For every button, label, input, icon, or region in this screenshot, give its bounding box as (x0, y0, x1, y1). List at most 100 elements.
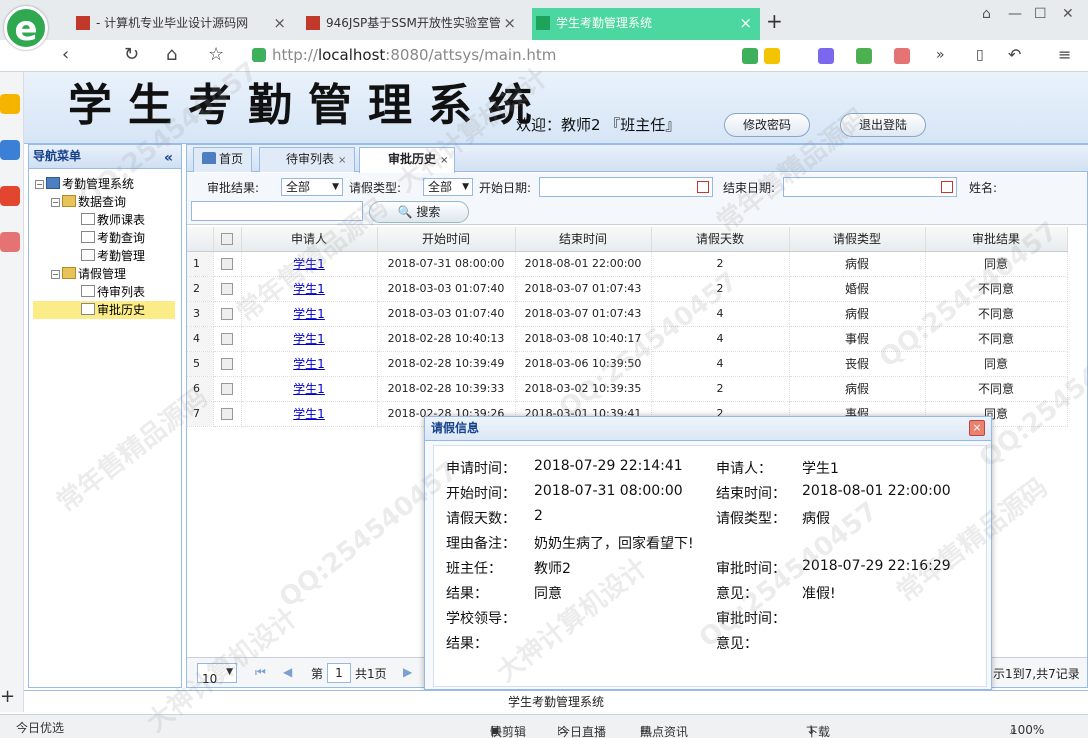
apps-icon[interactable] (818, 48, 834, 64)
tab-close-icon[interactable]: × (503, 8, 516, 38)
applicant-link[interactable]: 学生1 (241, 276, 378, 302)
browser-tab-3-active[interactable]: 学生考勤管理系统 × (532, 8, 760, 40)
row-checkbox[interactable] (213, 401, 242, 427)
table-row[interactable]: 5 学生1 2018-02-28 10:39:49 2018-03-06 10:39:… (187, 351, 1068, 377)
table-row[interactable]: 1 学生1 2018-07-31 08:00:00 2018-08-01 22:00:… (187, 251, 1068, 277)
collapse-icon[interactable]: « (164, 147, 173, 169)
next-page-icon[interactable]: ▶ (403, 665, 412, 679)
browser-tab-2[interactable]: 946JSP基于SSM开放性实验室管 × (302, 8, 524, 40)
logout-button[interactable]: 退出登陆 (840, 113, 927, 137)
tab-close-icon[interactable]: × (273, 8, 286, 38)
tree-root[interactable]: − 考勤管理系统 (35, 175, 134, 193)
row-checkbox[interactable] (213, 376, 242, 402)
tab-close-icon[interactable]: × (739, 8, 752, 38)
applicant-link[interactable]: 学生1 (241, 376, 378, 402)
applicant-link[interactable]: 学生1 (241, 401, 378, 427)
start-time-label: 开始时间： (446, 486, 516, 502)
collapse-toggle-icon[interactable]: − (51, 198, 60, 207)
search-button[interactable]: 🔍 搜索 (369, 201, 469, 223)
notes-icon[interactable] (0, 140, 20, 160)
refresh-ext-icon[interactable] (742, 48, 758, 64)
applicant-link[interactable]: 学生1 (241, 301, 378, 327)
flash-icon[interactable] (764, 48, 780, 64)
row-checkbox[interactable] (213, 251, 242, 277)
browser-tab-1[interactable]: - 计算机专业毕业设计源码网 × (72, 8, 294, 40)
more-extensions-icon[interactable]: » (936, 44, 945, 66)
change-password-button[interactable]: 修改密码 (724, 113, 811, 137)
tree-item-pending-list[interactable]: 待审列表 (81, 283, 145, 301)
new-tab-button[interactable]: + (766, 8, 783, 34)
mail-icon[interactable] (0, 232, 20, 252)
bookmark-star-icon[interactable]: ☆ (208, 44, 224, 66)
tab-pending[interactable]: 待审列表 × (259, 147, 355, 172)
name-input[interactable] (191, 201, 363, 221)
col-start-time[interactable]: 开始时间 (377, 227, 516, 252)
row-checkbox[interactable] (213, 301, 242, 327)
tab-history[interactable]: 审批历史 × (359, 147, 455, 173)
tree-item-approval-history[interactable]: 审批历史 (33, 301, 175, 319)
tree-item-attendance-manage[interactable]: 考勤管理 (81, 247, 145, 265)
type-select[interactable]: 全部 ▼ (423, 178, 473, 196)
add-icon[interactable]: + (0, 688, 20, 708)
table-row[interactable]: 4 学生1 2018-02-28 10:40:13 2018-03-08 10:40:… (187, 326, 1068, 352)
phone-icon[interactable]: ▯ (976, 44, 984, 66)
row-number: 2 (187, 276, 214, 302)
weibo-icon[interactable] (0, 186, 20, 206)
tree-group-data-query[interactable]: − 数据查询 (51, 193, 126, 211)
browser-side-rail: + (0, 72, 24, 712)
tab-close-icon[interactable]: × (440, 155, 448, 166)
col-result[interactable]: 审批结果 (925, 227, 1068, 252)
page-size-select[interactable]: 10 ▼ (197, 663, 237, 686)
today-picks[interactable]: 今日优选 (16, 719, 64, 736)
tree-group-leave-manage[interactable]: − 请假管理 (51, 265, 126, 283)
maximize-icon[interactable]: ☐ (1034, 6, 1047, 22)
leader-label: 学校领导： (446, 611, 516, 627)
col-days[interactable]: 请假天数 (651, 227, 790, 252)
table-row[interactable]: 2 学生1 2018-03-03 01:07:40 2018-03-07 01:07:… (187, 276, 1068, 302)
table-row[interactable]: 3 学生1 2018-03-03 01:07:40 2018-03-07 01:07:… (187, 301, 1068, 327)
select-all-checkbox[interactable] (213, 227, 242, 252)
reload-icon[interactable]: ↻ (124, 44, 139, 66)
translate-icon[interactable] (856, 48, 872, 64)
days-cell: 4 (651, 351, 790, 377)
tree-item-attendance-query[interactable]: 考勤查询 (81, 229, 145, 247)
calendar-icon[interactable] (697, 181, 709, 193)
font-icon[interactable] (894, 48, 910, 64)
name-label: 姓名: (969, 181, 998, 195)
page-number-input[interactable]: 1 (327, 663, 351, 683)
start-date-input[interactable] (539, 177, 713, 197)
result-select[interactable]: 全部 ▼ (281, 178, 343, 196)
collapse-toggle-icon[interactable]: − (51, 270, 60, 279)
col-leave-type[interactable]: 请假类型 (789, 227, 926, 252)
applicant-link[interactable]: 学生1 (241, 326, 378, 352)
applicant-link[interactable]: 学生1 (241, 251, 378, 277)
col-applicant[interactable]: 申请人 (241, 227, 378, 252)
row-checkbox[interactable] (213, 276, 242, 302)
address-bar[interactable]: http://localhost:8080/attsys/main.htm (246, 44, 726, 68)
browser-logo-icon: e (4, 6, 48, 50)
skin-icon[interactable]: ⌂ (982, 6, 991, 22)
minimize-icon[interactable]: — (1008, 6, 1022, 22)
tab-close-icon[interactable]: × (338, 155, 346, 166)
days-cell: 4 (651, 326, 790, 352)
favorites-star-icon[interactable] (0, 94, 20, 114)
row-checkbox[interactable] (213, 351, 242, 377)
tree-item-teacher-schedule[interactable]: 教师课表 (81, 211, 145, 229)
row-checkbox[interactable] (213, 326, 242, 352)
calendar-icon[interactable] (941, 181, 953, 193)
menu-icon[interactable]: ≡ (1058, 44, 1071, 66)
applicant-link[interactable]: 学生1 (241, 351, 378, 377)
close-window-icon[interactable]: ✕ (1062, 6, 1074, 22)
collapse-toggle-icon[interactable]: − (35, 180, 44, 189)
col-end-time[interactable]: 结束时间 (515, 227, 652, 252)
tab-home[interactable]: 首页 (193, 147, 253, 172)
leave-type-cell: 婚假 (789, 276, 926, 302)
undo-icon[interactable]: ↶ (1008, 44, 1021, 66)
first-page-icon[interactable]: ⏮ (255, 665, 266, 680)
prev-page-icon[interactable]: ◀ (283, 665, 292, 679)
home-icon[interactable]: ⌂ (166, 44, 177, 66)
end-date-input[interactable] (783, 177, 957, 197)
dialog-close-button[interactable]: × (969, 420, 985, 436)
table-row[interactable]: 6 学生1 2018-02-28 10:39:33 2018-03-02 10:39:… (187, 376, 1068, 402)
back-icon[interactable]: ‹ (62, 44, 69, 66)
